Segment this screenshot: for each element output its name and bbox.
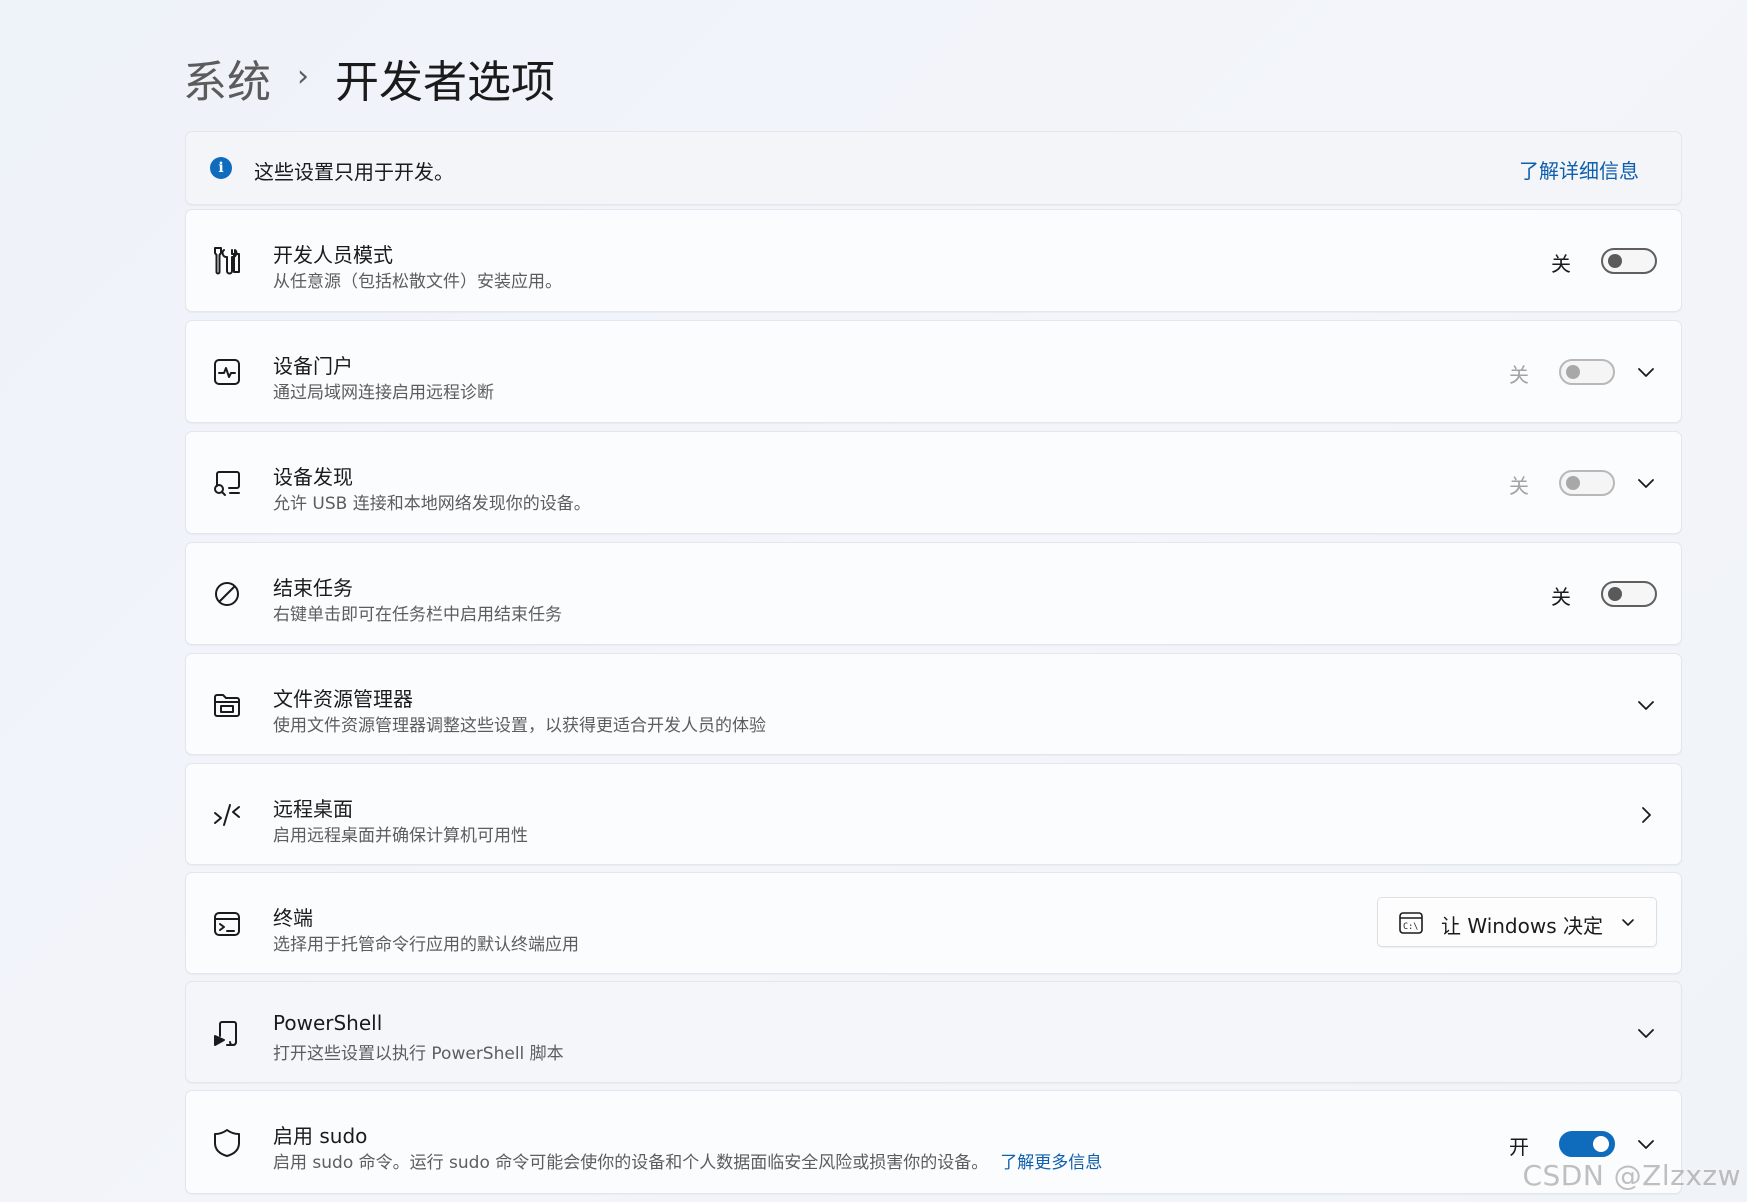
sudo-learn-more-link[interactable]: 了解更多信息 [1000,1153,1102,1173]
svg-text:C:\: C:\ [1403,922,1418,932]
row-title: 开发人员模式 [273,243,393,267]
setting-row-developer-mode[interactable]: 开发人员模式 从任意源（包括松散文件）安装应用。 关 [185,209,1682,312]
chevron-down-icon[interactable] [1635,694,1657,716]
row-title: 文件资源管理器 [273,687,413,711]
device-portal-icon [210,355,244,389]
end-task-toggle[interactable] [1601,581,1657,607]
row-subtitle: 允许 USB 连接和本地网络发现你的设备。 [273,494,591,514]
row-subtitle: 从任意源（包括松散文件）安装应用。 [273,272,562,292]
row-subtitle: 启用 sudo 命令。运行 sudo 命令可能会使你的设备和个人数据面临安全风险… [273,1148,1102,1173]
settings-page: 系统 › 开发者选项 i 这些设置只用于开发。 了解详细信息 开发人员模式 从任… [0,0,1747,1202]
chevron-down-icon[interactable] [1635,1022,1657,1044]
row-title: 终端 [273,906,313,930]
row-title: 设备门户 [273,354,353,378]
row-title: 设备发现 [273,465,353,489]
dropdown-value: 让 Windows 决定 [1441,914,1603,938]
info-icon: i [210,157,232,179]
breadcrumb-separator-icon: › [297,58,309,94]
setting-row-file-explorer[interactable]: 文件资源管理器 使用文件资源管理器调整这些设置，以获得更适合开发人员的体验 [185,653,1682,755]
setting-row-terminal: 终端 选择用于托管命令行应用的默认终端应用 C:\ 让 Windows 决定 [185,872,1682,974]
device-portal-toggle[interactable] [1559,359,1615,385]
row-title: 启用 sudo [273,1124,368,1148]
developer-tools-icon [210,244,244,278]
terminal-icon [210,907,244,941]
setting-row-remote-desktop[interactable]: 远程桌面 启用远程桌面并确保计算机可用性 [185,763,1682,865]
row-subtitle: 右键单击即可在任务栏中启用结束任务 [273,605,562,625]
row-subtitle: 启用远程桌面并确保计算机可用性 [273,826,528,846]
row-title: 结束任务 [273,576,353,600]
info-text: 这些设置只用于开发。 [254,160,454,184]
setting-row-enable-sudo[interactable]: 启用 sudo 启用 sudo 命令。运行 sudo 命令可能会使你的设备和个人… [185,1090,1682,1194]
end-task-icon [210,577,244,611]
toggle-state-label: 关 [1509,363,1529,387]
row-subtitle: 打开这些设置以执行 PowerShell 脚本 [273,1044,564,1064]
setting-row-device-discovery[interactable]: 设备发现 允许 USB 连接和本地网络发现你的设备。 关 [185,431,1682,534]
chevron-down-icon[interactable] [1635,472,1657,494]
row-subtitle: 通过局域网连接启用远程诊断 [273,383,494,403]
file-explorer-icon [210,688,244,722]
toggle-state-label: 关 [1551,585,1571,609]
row-title: PowerShell [273,1011,383,1035]
enable-sudo-toggle[interactable] [1559,1131,1615,1157]
chevron-down-icon [1620,914,1636,930]
breadcrumb-parent[interactable]: 系统 [183,46,271,110]
toggle-state-label: 开 [1509,1135,1529,1159]
remote-desktop-icon [210,798,244,832]
developer-mode-toggle[interactable] [1601,248,1657,274]
learn-more-link[interactable]: 了解详细信息 [1519,155,1639,184]
row-subtitle: 选择用于托管命令行应用的默认终端应用 [273,935,579,955]
chevron-down-icon[interactable] [1635,361,1657,383]
powershell-icon [210,1016,244,1050]
breadcrumb: 系统 › 开发者选项 [183,44,555,112]
info-banner: i 这些设置只用于开发。 了解详细信息 [185,131,1682,205]
setting-row-end-task[interactable]: 结束任务 右键单击即可在任务栏中启用结束任务 关 [185,542,1682,645]
shield-icon [210,1126,244,1160]
console-icon: C:\ [1398,910,1424,936]
toggle-state-label: 关 [1551,252,1571,276]
device-discovery-icon [210,466,244,500]
watermark: CSDN @Zlzxzw [1522,1159,1741,1192]
page-title: 开发者选项 [335,57,555,108]
device-discovery-toggle[interactable] [1559,470,1615,496]
row-title: 远程桌面 [273,797,353,821]
setting-row-powershell[interactable]: PowerShell 打开这些设置以执行 PowerShell 脚本 [185,981,1682,1083]
row-subtitle: 使用文件资源管理器调整这些设置，以获得更适合开发人员的体验 [273,716,766,736]
row-subtitle-text: 启用 sudo 命令。运行 sudo 命令可能会使你的设备和个人数据面临安全风险… [273,1153,989,1173]
toggle-state-label: 关 [1509,474,1529,498]
chevron-right-icon[interactable] [1635,804,1657,826]
default-terminal-dropdown[interactable]: C:\ 让 Windows 决定 [1377,897,1657,947]
chevron-down-icon[interactable] [1635,1133,1657,1155]
setting-row-device-portal[interactable]: 设备门户 通过局域网连接启用远程诊断 关 [185,320,1682,423]
